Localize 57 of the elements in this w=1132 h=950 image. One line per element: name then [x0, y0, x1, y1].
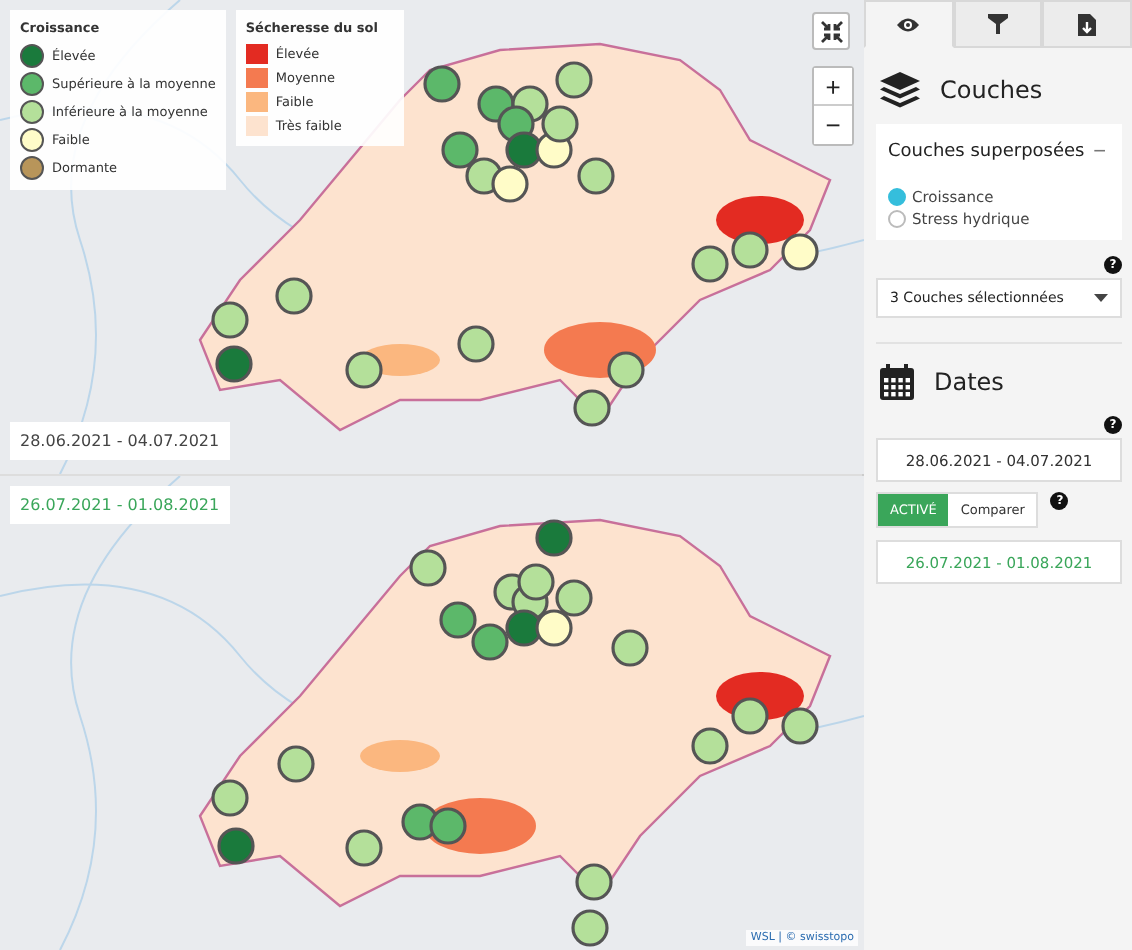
collapse-button[interactable]: −	[1089, 140, 1110, 164]
eye-icon	[896, 15, 921, 33]
zoom-in-button[interactable]: +	[814, 68, 852, 106]
caret-icon	[1094, 294, 1108, 302]
radio-button[interactable]	[888, 188, 906, 206]
sidebar-tab[interactable]	[864, 0, 954, 48]
date-label: 28.06.2021 - 04.07.2021	[10, 422, 230, 460]
site-marker[interactable]	[607, 351, 645, 389]
card-title: Couches superposées	[888, 142, 1085, 162]
site-marker[interactable]	[423, 65, 461, 103]
map-background[interactable]	[0, 476, 864, 950]
filter-icon	[988, 14, 1008, 34]
site-marker[interactable]	[429, 807, 467, 845]
site-marker[interactable]	[555, 579, 593, 617]
site-marker[interactable]	[471, 623, 509, 661]
file-icon	[1078, 13, 1097, 35]
site-marker[interactable]	[409, 549, 447, 587]
site-marker[interactable]	[575, 863, 613, 901]
calendar-icon	[880, 364, 914, 400]
drought-area	[360, 740, 440, 772]
collapse-arrows-icon	[819, 19, 843, 43]
site-marker[interactable]	[275, 277, 313, 315]
layers-icon	[880, 72, 920, 108]
site-marker[interactable]	[731, 697, 769, 735]
site-marker[interactable]	[691, 245, 729, 283]
site-marker[interactable]	[781, 233, 819, 271]
site-marker[interactable]	[577, 157, 615, 195]
site-marker[interactable]	[541, 105, 579, 143]
site-marker[interactable]	[517, 563, 555, 601]
site-marker[interactable]	[491, 165, 529, 203]
site-marker[interactable]	[215, 345, 253, 383]
site-marker[interactable]	[571, 909, 609, 947]
site-marker[interactable]	[691, 727, 729, 765]
drought-area	[716, 196, 804, 244]
site-marker[interactable]	[535, 609, 573, 647]
site-marker[interactable]	[217, 827, 255, 865]
radio-button[interactable]	[888, 210, 906, 228]
site-marker[interactable]	[345, 829, 383, 867]
site-marker[interactable]	[555, 61, 593, 99]
fullscreen-button[interactable]	[812, 12, 850, 50]
date-label: 26.07.2021 - 01.08.2021	[10, 486, 230, 524]
site-marker[interactable]	[611, 629, 649, 667]
site-marker[interactable]	[781, 707, 819, 745]
sidebar-tab[interactable]	[1042, 0, 1132, 48]
site-marker[interactable]	[573, 389, 611, 427]
site-marker[interactable]	[277, 745, 315, 783]
site-marker[interactable]	[439, 601, 477, 639]
sidebar-tab[interactable]	[953, 0, 1043, 48]
site-marker[interactable]	[211, 301, 249, 339]
section-heading: Couches	[940, 76, 1043, 104]
site-marker[interactable]	[535, 519, 573, 557]
site-marker[interactable]	[441, 131, 479, 169]
site-marker[interactable]	[731, 231, 769, 269]
site-marker[interactable]	[211, 779, 249, 817]
site-marker[interactable]	[457, 325, 495, 363]
site-marker[interactable]	[345, 351, 383, 389]
section-heading: Dates	[934, 368, 1004, 396]
